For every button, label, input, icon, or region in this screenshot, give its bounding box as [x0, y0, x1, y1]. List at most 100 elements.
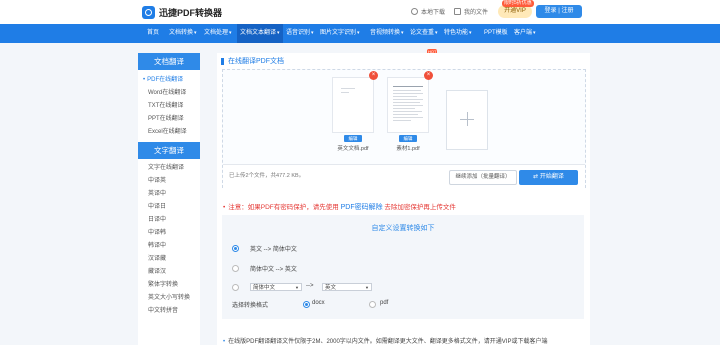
chevron-down-icon: ▾	[435, 30, 438, 36]
notice-prefix: 注意：如果PDF有密码保护，请先使用	[228, 204, 339, 211]
sidebar-item-excel-translate[interactable]: Excel在线翻译	[138, 126, 200, 139]
nav-ocr[interactable]: 图片文字识别▾	[320, 24, 360, 43]
sidebar-item-ko-zh[interactable]: 韩译中	[138, 240, 200, 253]
nav-home-label: 首页	[147, 30, 160, 36]
edit-file-button[interactable]: 编辑	[399, 135, 417, 142]
sidebar-item-case-convert[interactable]: 英文大小写转换	[138, 292, 200, 305]
login-register-button[interactable]: 登录 | 注册	[536, 5, 582, 18]
chevron-down-icon: ▾	[277, 30, 280, 36]
sidebar-item-pinyin[interactable]: 中文转拼音	[138, 305, 200, 318]
bullet-icon: •	[223, 339, 226, 345]
nav-av-label: 音视频转换	[370, 30, 401, 36]
nav-client-label: 客户端	[514, 30, 533, 36]
nav-doc-process[interactable]: 文档处理▾	[204, 24, 232, 43]
option-zh-en-radio[interactable]	[232, 265, 239, 272]
settings-title: 自定义设置转换如下	[371, 225, 435, 232]
option-zh-en-label: 简体中文 --> 英文	[250, 267, 297, 273]
nav-plagiarism[interactable]: 论文查重▾	[410, 24, 438, 43]
chevron-down-icon: ▾	[533, 30, 536, 36]
sidebar-item-zh-bo[interactable]: 汉译藏	[138, 253, 200, 266]
notice-suffix: 去除加密保护再上传文件	[384, 204, 456, 211]
sidebar-item-ja-zh[interactable]: 日译中	[138, 214, 200, 227]
format-pdf-radio[interactable]	[369, 301, 376, 308]
chevron-down-icon: ▾	[469, 30, 472, 36]
folder-icon	[454, 8, 461, 15]
source-language-value: 简体中文	[253, 285, 276, 291]
chevron-down-icon: ▾	[401, 30, 404, 36]
sidebar-item-en-zh[interactable]: 英译中	[138, 188, 200, 201]
logo-icon	[142, 5, 155, 19]
sidebar-item-bo-zh[interactable]: 藏译汉	[138, 266, 200, 279]
file-name: 素材1.pdf	[396, 146, 420, 152]
my-files-label: 我的文件	[464, 10, 489, 16]
file-name: 英文文档.pdf	[337, 146, 369, 152]
download-icon	[411, 8, 418, 15]
main-nav: 首页 文档转换▾ 文档处理▾ 文档文本翻译▾ 语音识别▾ 图片文字识别▾ 音视频…	[0, 24, 720, 55]
sidebar-item-zh-ko[interactable]: 中译韩	[138, 227, 200, 240]
nav-ppt-templates[interactable]: PPT模板	[484, 24, 508, 43]
nav-home[interactable]: 首页	[147, 24, 159, 43]
translate-icon: ⇄	[533, 174, 539, 180]
login-register-label: 登录 | 注册	[544, 8, 574, 14]
language-arrow: -->	[306, 283, 314, 289]
sidebar-item-zh-ja[interactable]: 中译日	[138, 201, 200, 214]
sidebar: 文档翻译 PDF在线翻译 Word在线翻译 TXT在线翻译 PPT在线翻译 Ex…	[138, 53, 200, 345]
nav-av-convert[interactable]: 音视频转换▾	[370, 24, 404, 43]
nav-ocr-label: 图片文字识别	[320, 30, 357, 36]
app-name: 迅捷PDF转换器	[159, 7, 223, 18]
nav-doc-translate-label: 文档文本翻译	[240, 30, 277, 36]
nav-client[interactable]: 客户端▾	[514, 24, 536, 43]
app-logo[interactable]: 迅捷PDF转换器	[142, 5, 222, 19]
remove-file-icon[interactable]: ×	[369, 71, 378, 80]
target-language-value: 英文	[325, 285, 337, 291]
remove-file-icon[interactable]: ×	[424, 71, 433, 80]
usage-limit-note: • 在线版PDF翻译翻译文件仅限于2M、2000字以内文件。如需翻译更大文件、翻译…	[223, 336, 547, 345]
nav-features-label: 特色功能	[444, 30, 469, 36]
add-file-plus-icon[interactable]	[446, 90, 488, 150]
nav-doc-process-label: 文档处理	[204, 30, 229, 36]
page-title-text: 在线翻译PDF文档	[228, 58, 284, 65]
nav-features[interactable]: 特色功能▾	[444, 24, 472, 43]
bullet-icon: •	[223, 204, 226, 211]
sidebar-item-text-translate[interactable]: 文字在线翻译	[138, 162, 200, 175]
nav-speech-recognition[interactable]: 语音识别▾	[286, 24, 314, 43]
sidebar-item-ppt-translate[interactable]: PPT在线翻译	[138, 113, 200, 126]
sidebar-item-zh-en[interactable]: 中译英	[138, 175, 200, 188]
chevron-down-icon: ▼	[295, 285, 299, 290]
upload-summary: 已上传2个文件，共477.2 KB。	[229, 173, 305, 179]
source-language-select[interactable]: 简体中文 ▼	[250, 283, 302, 291]
target-language-select[interactable]: 英文 ▼	[322, 283, 372, 291]
pdf-unlock-link[interactable]: PDF密码解除	[341, 204, 383, 211]
password-notice: • 注意：如果PDF有密码保护，请先使用 PDF密码解除 去除加密保护再上传文件	[223, 201, 456, 212]
chevron-down-icon: ▾	[194, 30, 197, 36]
sidebar-item-traditional[interactable]: 繁体字转换	[138, 279, 200, 292]
format-pdf-label: pdf	[380, 300, 389, 306]
nav-doc-convert[interactable]: 文档转换▾	[169, 24, 197, 43]
chevron-down-icon: ▾	[229, 30, 232, 36]
sidebar-item-word-translate[interactable]: Word在线翻译	[138, 87, 200, 100]
file-card[interactable]: × 编辑 英文文档.pdf	[332, 71, 378, 152]
option-en-zh-radio[interactable]	[232, 245, 239, 252]
my-files-link[interactable]: 我的文件	[454, 7, 488, 16]
nav-doc-convert-label: 文档转换	[169, 30, 194, 36]
sidebar-section-text-translate[interactable]: 文字翻译	[138, 142, 200, 159]
start-translate-button[interactable]: ⇄ 开始翻译	[519, 170, 578, 185]
chevron-down-icon: ▾	[311, 30, 314, 36]
local-download-label: 本地下载	[421, 10, 446, 16]
sidebar-item-pdf-translate[interactable]: PDF在线翻译	[138, 74, 200, 87]
main-panel: 在线翻译PDF文档 × 编辑 英文文档.pdf × 编辑 素材1.pdf 已上传…	[217, 53, 590, 345]
upload-area[interactable]: × 编辑 英文文档.pdf × 编辑 素材1.pdf 已上传2个文件，共477.…	[222, 69, 586, 188]
sidebar-section-doc-translate[interactable]: 文档翻译	[138, 53, 200, 70]
nav-plagiarism-label: 论文查重	[410, 30, 435, 36]
edit-file-button[interactable]: 编辑	[344, 135, 362, 142]
file-card[interactable]: × 编辑 素材1.pdf	[387, 71, 433, 152]
chevron-down-icon: ▾	[357, 30, 360, 36]
continue-add-button[interactable]: 继续添加（批量翻译）	[449, 170, 517, 185]
local-download-link[interactable]: 本地下载	[411, 7, 445, 16]
sidebar-item-txt-translate[interactable]: TXT在线翻译	[138, 100, 200, 113]
vip-promo-badge: 限时5折优惠	[502, 0, 534, 7]
nav-doc-translate[interactable]: 文档文本翻译▾	[237, 24, 283, 43]
format-label: 选择转换格式	[232, 303, 269, 309]
option-custom-radio[interactable]	[232, 284, 239, 291]
format-docx-radio[interactable]	[303, 301, 310, 308]
